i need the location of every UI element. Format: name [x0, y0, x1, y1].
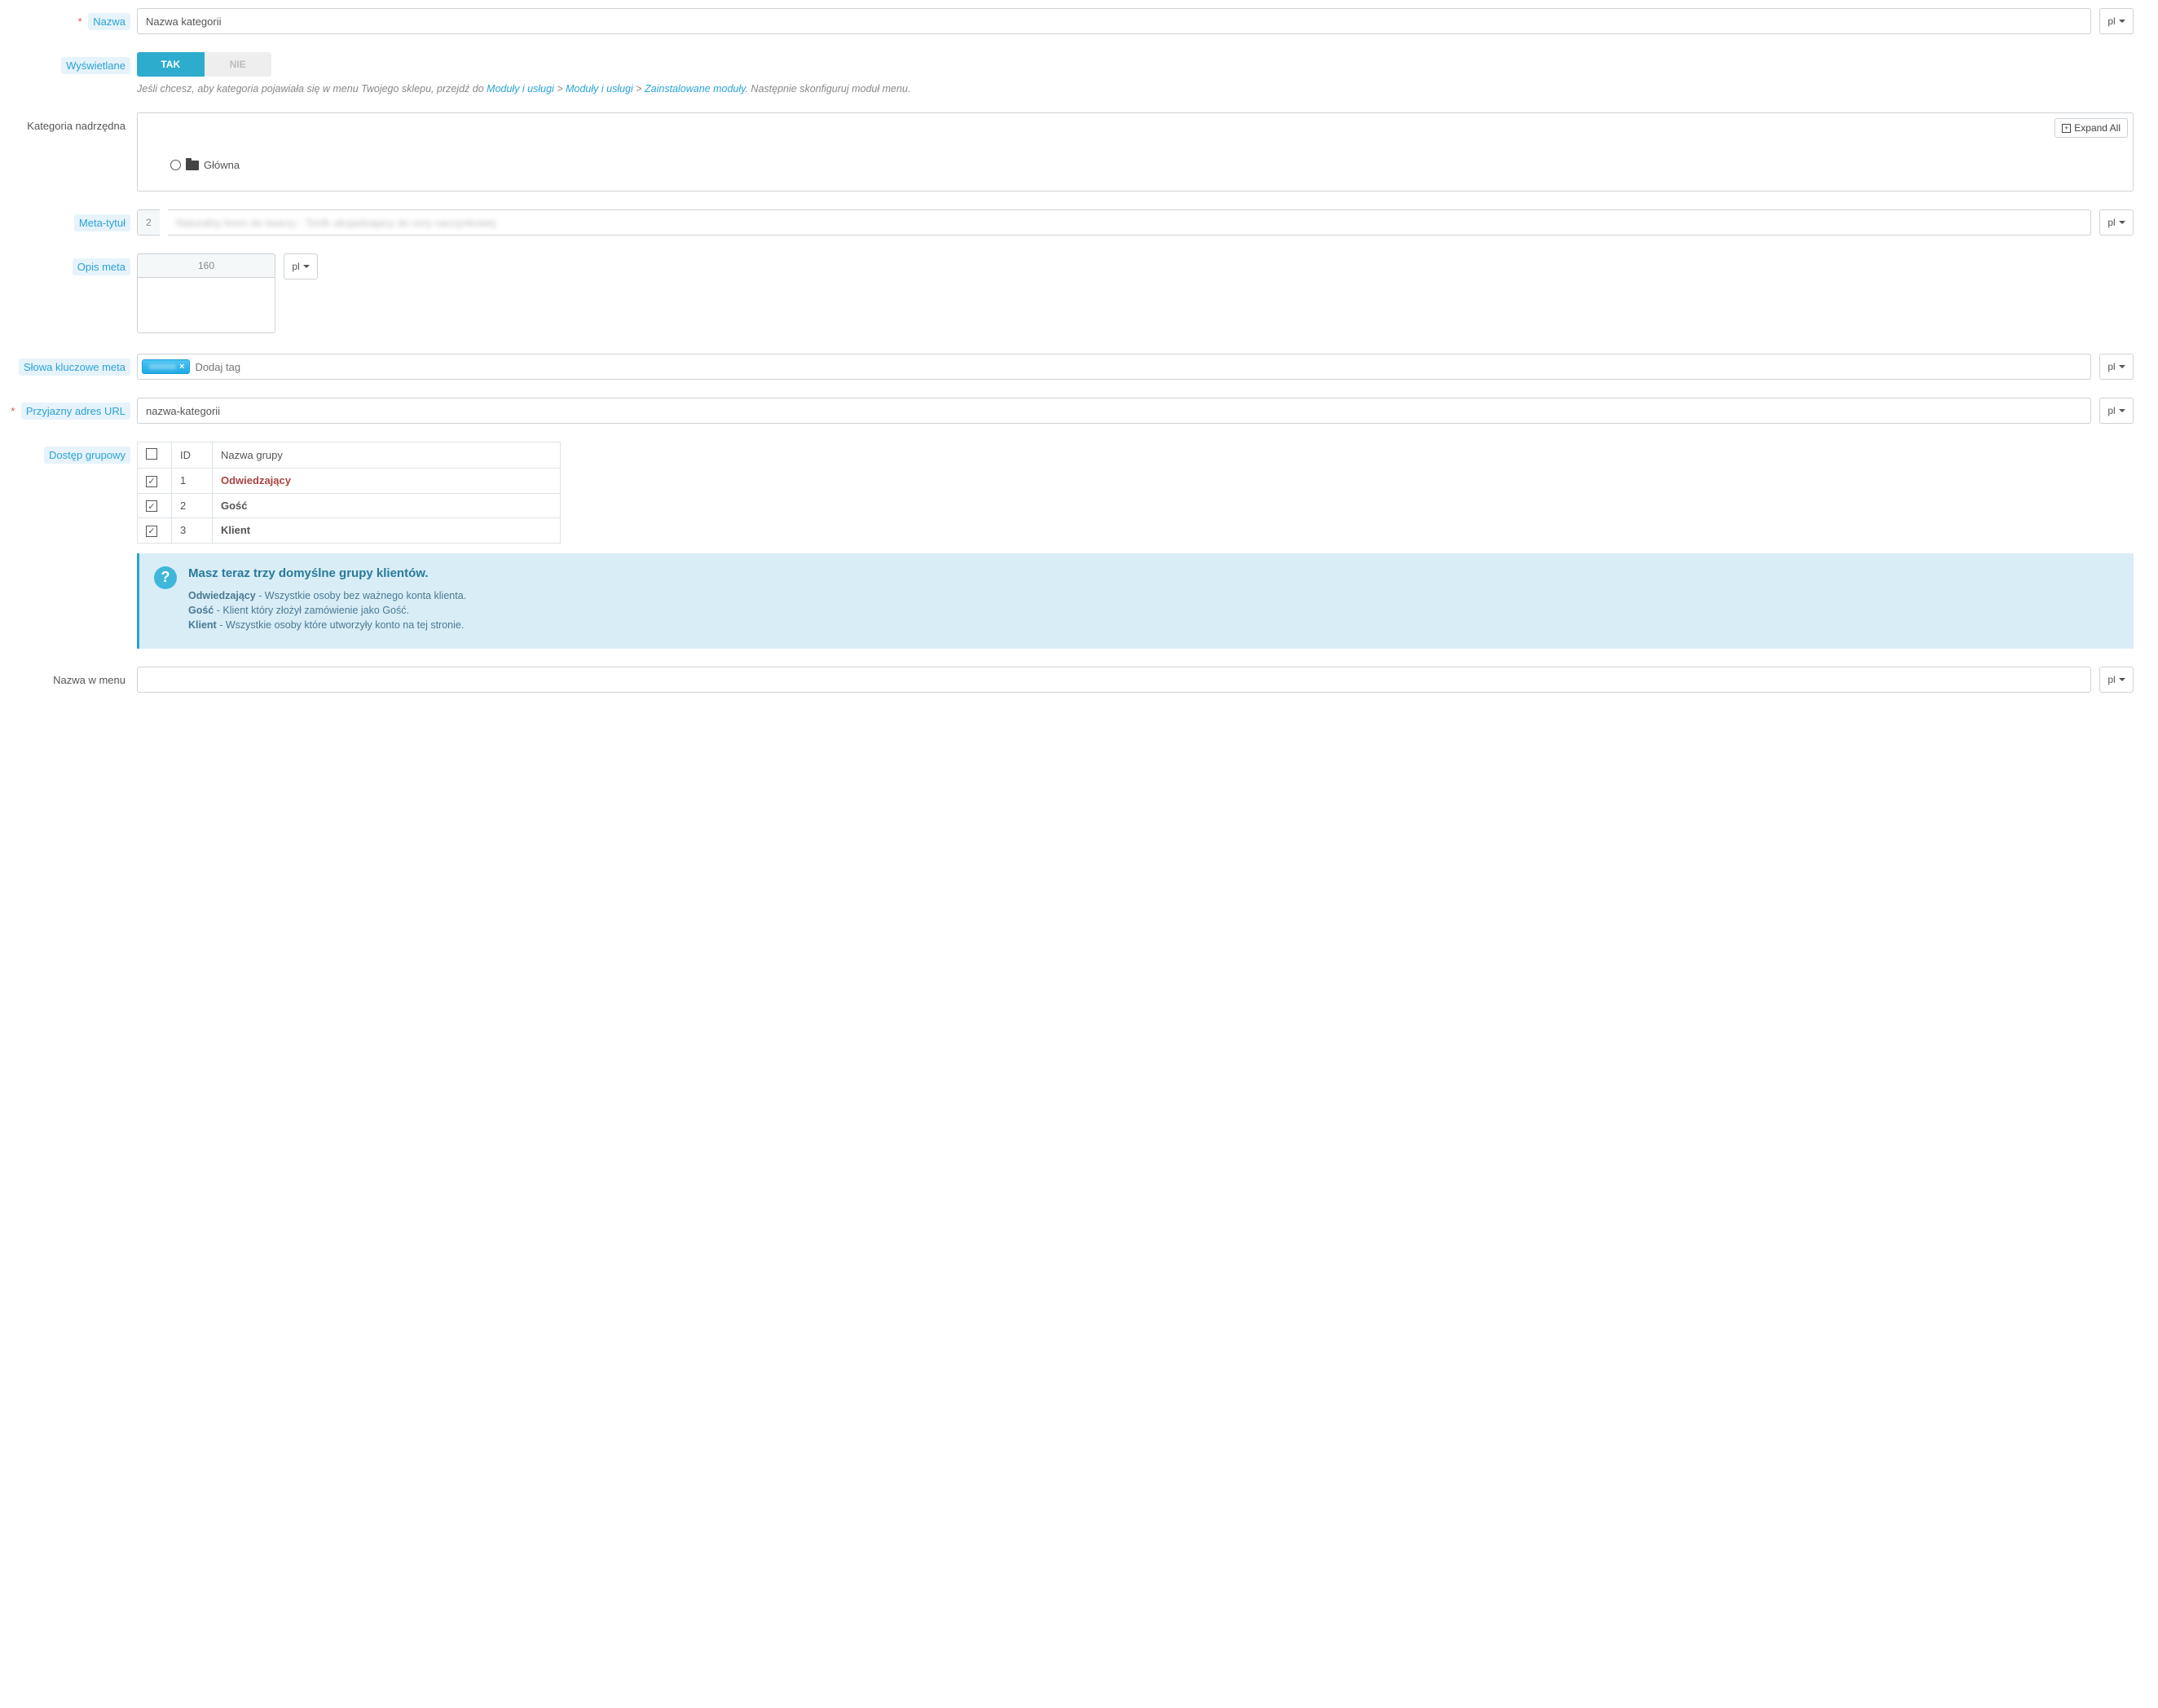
keyword-tag[interactable]: xxxxxx×	[142, 359, 190, 374]
help-link-installed[interactable]: Zainstalowane moduły	[645, 83, 745, 95]
folder-icon	[186, 161, 199, 170]
toggle-no[interactable]: NIE	[205, 52, 272, 77]
label-meta-description: Opis meta	[73, 258, 130, 275]
caret-down-icon	[2119, 20, 2125, 23]
checkbox-row[interactable]: ✓	[146, 476, 157, 487]
tree-root-label[interactable]: Główna	[204, 159, 240, 171]
lang-dropdown[interactable]: pl	[2099, 354, 2134, 380]
expand-icon: +	[2062, 124, 2071, 133]
th-name: Nazwa grupy	[213, 442, 561, 469]
checkbox-row[interactable]: ✓	[146, 500, 157, 512]
displayed-help: Jeśli chcesz, aby kategoria pojawiała si…	[137, 83, 2134, 95]
label-menu-name: Nazwa w menu	[48, 671, 130, 689]
group-access-table: ID Nazwa grupy ✓ 1 Odwiedzający ✓ 2 Gość…	[137, 442, 561, 544]
radio-root[interactable]	[170, 160, 181, 170]
caret-down-icon	[2119, 221, 2125, 224]
meta-keywords-input[interactable]: xxxxxx×	[137, 354, 2091, 380]
caret-down-icon	[303, 265, 310, 268]
parent-category-panel: + Expand All Główna	[137, 112, 2134, 191]
cell-id: 1	[172, 469, 213, 494]
help-link-modules1[interactable]: Moduły i usługi	[487, 83, 554, 95]
lang-dropdown[interactable]: pl	[2099, 8, 2134, 34]
label-name: Nazwa	[88, 13, 130, 30]
label-group-access: Dostęp grupowy	[44, 447, 130, 464]
info-box: ? Masz teraz trzy domyślne grupy klientó…	[137, 553, 2134, 649]
checkbox-all[interactable]	[146, 448, 157, 460]
meta-description-input[interactable]	[137, 278, 275, 333]
caret-down-icon	[2119, 365, 2125, 368]
checkbox-row[interactable]: ✓	[146, 526, 157, 537]
menu-name-input[interactable]	[137, 667, 2091, 693]
group-name: Gość	[221, 500, 248, 512]
tree-item-root: Główna	[170, 159, 2116, 171]
info-title: Masz teraz trzy domyślne grupy klientów.	[188, 566, 466, 580]
meta-description-counter: 160	[137, 253, 275, 278]
label-friendly-url: Przyjazny adres URL	[21, 403, 130, 420]
meta-title-input[interactable]: Naturalny krem do twarzy - Tonik ukojadz…	[168, 209, 2091, 236]
lang-dropdown[interactable]: pl	[2099, 667, 2134, 693]
group-name: Klient	[221, 524, 250, 536]
th-id: ID	[172, 442, 213, 469]
group-link[interactable]: Odwiedzający	[221, 474, 291, 486]
caret-down-icon	[2119, 678, 2125, 681]
lang-dropdown[interactable]: pl	[2099, 209, 2134, 236]
tag-add-input[interactable]	[195, 361, 2086, 373]
label-displayed: Wyświetlane	[61, 57, 130, 74]
label-meta-title: Meta-tytuł	[74, 214, 130, 231]
meta-title-counter: 2	[137, 209, 160, 236]
required-indicator: *	[11, 405, 15, 417]
cell-id: 3	[172, 518, 213, 544]
caret-down-icon	[2119, 409, 2125, 412]
help-link-modules2[interactable]: Moduły i usługi	[566, 83, 633, 95]
friendly-url-input[interactable]	[137, 398, 2091, 424]
name-input[interactable]	[137, 8, 2091, 34]
label-meta-keywords: Słowa kluczowe meta	[19, 359, 130, 376]
cell-id: 2	[172, 493, 213, 518]
question-icon: ?	[154, 566, 177, 589]
lang-dropdown[interactable]: pl	[284, 253, 318, 280]
table-row: ✓ 3 Klient	[138, 518, 561, 544]
lang-dropdown[interactable]: pl	[2099, 398, 2134, 424]
table-row: ✓ 2 Gość	[138, 493, 561, 518]
expand-all-button[interactable]: + Expand All	[2055, 118, 2128, 138]
displayed-toggle: TAK NIE	[137, 52, 271, 77]
tag-remove-icon[interactable]: ×	[179, 362, 184, 372]
label-parent-category: Kategoria nadrzędna	[22, 117, 130, 134]
toggle-yes[interactable]: TAK	[137, 52, 205, 77]
required-indicator: *	[78, 15, 82, 28]
table-row: ✓ 1 Odwiedzający	[138, 469, 561, 494]
